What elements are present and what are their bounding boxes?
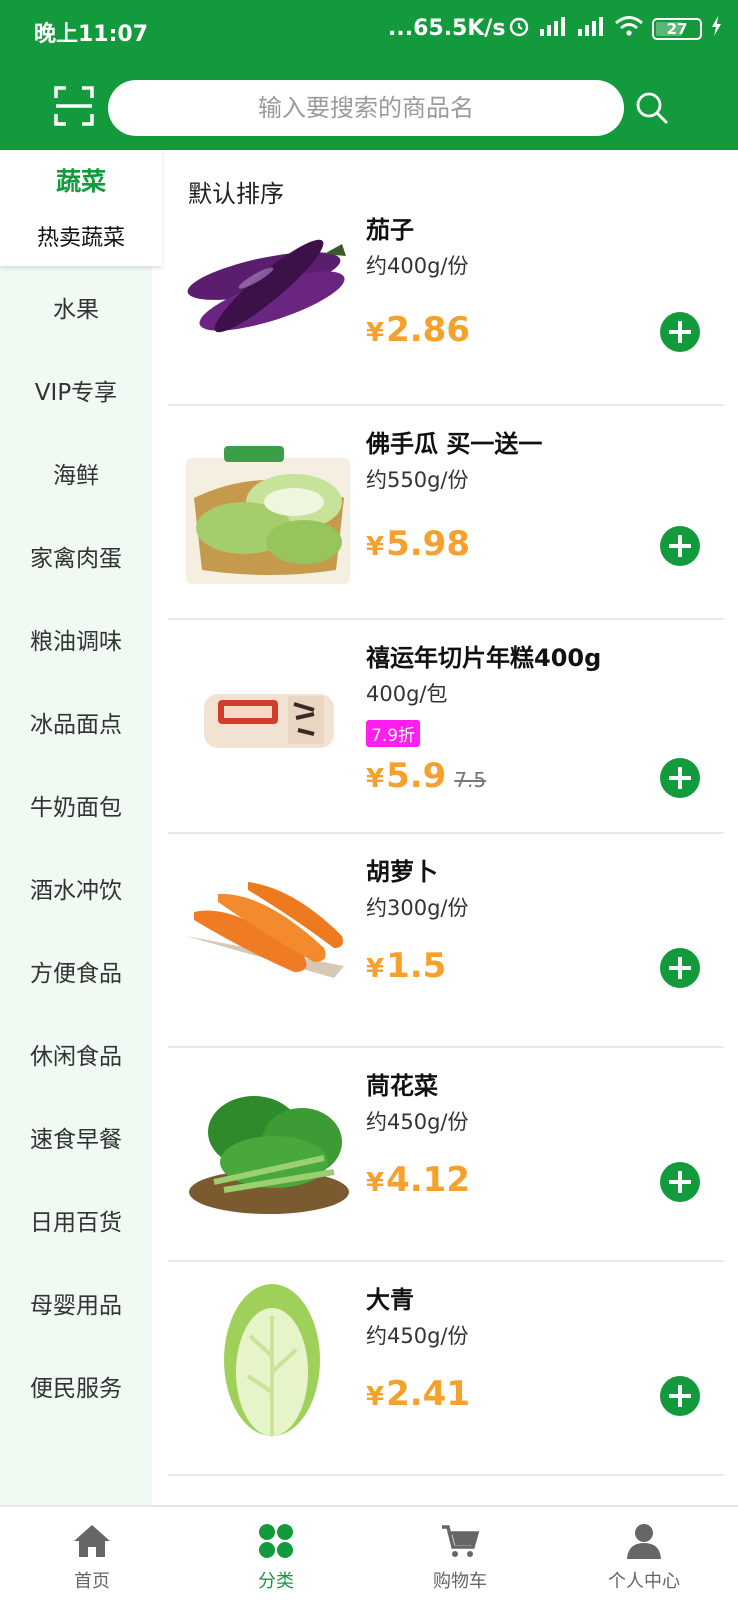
add-to-cart-button[interactable] [660, 312, 700, 352]
screen: 晚上11:07 ...65.5K/s 27 输入要搜索的商品名 蔬菜 热卖蔬菜 … [0, 0, 738, 1600]
status-time: 晚上11:07 [34, 22, 149, 47]
add-to-cart-button[interactable] [660, 1376, 700, 1416]
product-spec: 约550g/份 [366, 468, 469, 492]
sidebar-item[interactable]: 海鲜 [0, 456, 152, 490]
product-name: 胡萝卜 [366, 858, 438, 886]
status-bar: 晚上11:07 ...65.5K/s 27 [0, 0, 738, 60]
charging-icon [710, 15, 722, 43]
add-to-cart-button[interactable] [660, 1162, 700, 1202]
product-image-rice-cake [184, 634, 354, 804]
tab-category[interactable]: 分类 [184, 1507, 368, 1600]
product-price: ¥5.98 [366, 524, 470, 564]
signal-hd-icon [538, 15, 568, 43]
product-spec: 400g/包 [366, 682, 448, 706]
sidebar-item[interactable]: 家禽肉蛋 [0, 539, 152, 573]
scan-icon[interactable] [54, 86, 94, 126]
product-name: 大青 [366, 1286, 414, 1314]
sidebar-item[interactable]: 冰品面点 [0, 705, 152, 739]
currency-symbol: ¥ [366, 1168, 385, 1198]
product-image-napa-cabbage [184, 1276, 354, 1446]
product-card[interactable]: 禧运年切片年糕400g 400g/包 7.9折 ¥5.9 7.5 [168, 620, 724, 834]
wifi-icon [614, 15, 644, 43]
product-card[interactable]: 大青 约450g/份 ¥2.41 [168, 1262, 724, 1476]
search-input[interactable]: 输入要搜索的商品名 [108, 80, 624, 136]
product-price: ¥5.9 7.5 [366, 756, 486, 796]
product-price: ¥1.5 [366, 946, 446, 986]
product-image-carrot [184, 848, 354, 1018]
product-card[interactable]: 茄子 约400g/份 ¥2.86 [168, 192, 724, 406]
product-spec: 约450g/份 [366, 1110, 469, 1134]
currency-symbol: ¥ [366, 954, 385, 984]
price-value: 2.86 [386, 310, 470, 350]
sidebar-item[interactable]: 便民服务 [0, 1369, 152, 1403]
product-spec: 约450g/份 [366, 1324, 469, 1348]
price-value: 5.9 [386, 756, 447, 796]
product-spec: 约400g/份 [366, 254, 469, 278]
tab-label: 首页 [74, 1571, 110, 1592]
battery-icon: 27 [652, 18, 702, 40]
profile-icon [624, 1521, 664, 1561]
product-card[interactable]: 茼花菜 约450g/份 ¥4.12 [168, 1048, 724, 1262]
sidebar-item[interactable]: 日用百货 [0, 1203, 152, 1237]
sidebar-item[interactable]: 牛奶面包 [0, 788, 152, 822]
price-value: 5.98 [386, 524, 470, 564]
status-icons: 27 [508, 15, 722, 43]
product-card[interactable]: 佛手瓜 买一送一 约550g/份 ¥5.98 [168, 406, 724, 620]
sidebar-item[interactable]: 方便食品 [0, 954, 152, 988]
sidebar-subcategory-hot-vegetables[interactable]: 热卖蔬菜 [0, 220, 162, 252]
currency-symbol: ¥ [366, 318, 385, 348]
search-icon[interactable] [634, 90, 670, 126]
tab-profile[interactable]: 个人中心 [552, 1507, 736, 1600]
product-price: ¥2.41 [366, 1374, 470, 1414]
tab-label: 分类 [258, 1571, 294, 1592]
sidebar-item-vegetables[interactable]: 蔬菜 热卖蔬菜 [0, 150, 162, 266]
product-image-greens [184, 1062, 354, 1232]
bottom-tab-bar: 首页 分类 购物车 个人中心 [0, 1505, 738, 1600]
network-speed: ...65.5K/s [388, 16, 506, 41]
sidebar-active-label: 蔬菜 [55, 167, 106, 196]
divider [168, 1474, 724, 1476]
product-name: 禧运年切片年糕400g [366, 644, 602, 672]
product-image-eggplant [184, 206, 354, 376]
product-name: 茼花菜 [366, 1072, 438, 1100]
sidebar-item[interactable]: 休闲食品 [0, 1037, 152, 1071]
add-to-cart-button[interactable] [660, 948, 700, 988]
currency-symbol: ¥ [366, 1382, 385, 1412]
product-spec: 约300g/份 [366, 896, 469, 920]
signal-icon [576, 15, 606, 43]
product-price: ¥2.86 [366, 310, 470, 350]
tab-home[interactable]: 首页 [0, 1507, 184, 1600]
product-name: 佛手瓜 买一送一 [366, 430, 543, 458]
header: 晚上11:07 ...65.5K/s 27 输入要搜索的商品名 [0, 0, 738, 150]
home-icon [72, 1521, 112, 1561]
price-value: 4.12 [386, 1160, 470, 1200]
currency-symbol: ¥ [366, 764, 385, 794]
sidebar-item[interactable]: VIP专享 [0, 373, 152, 407]
tab-label: 购物车 [433, 1571, 487, 1592]
battery-level: 27 [666, 20, 688, 38]
original-price: 7.5 [454, 768, 487, 792]
price-value: 1.5 [386, 946, 447, 986]
product-name: 茄子 [366, 216, 414, 244]
alarm-icon [508, 15, 530, 43]
currency-symbol: ¥ [366, 532, 385, 562]
sidebar-item[interactable]: 酒水冲饮 [0, 871, 152, 905]
product-price: ¥4.12 [366, 1160, 470, 1200]
sidebar-item[interactable]: 水果 [0, 290, 152, 324]
tab-cart[interactable]: 购物车 [368, 1507, 552, 1600]
discount-badge: 7.9折 [366, 720, 421, 747]
add-to-cart-button[interactable] [660, 526, 700, 566]
product-image-chayote [184, 420, 354, 590]
add-to-cart-button[interactable] [660, 758, 700, 798]
sidebar-item[interactable]: 粮油调味 [0, 622, 152, 656]
price-value: 2.41 [386, 1374, 470, 1414]
category-icon [256, 1521, 296, 1561]
sidebar-item[interactable]: 母婴用品 [0, 1286, 152, 1320]
sidebar-item[interactable]: 速食早餐 [0, 1120, 152, 1154]
tab-label: 个人中心 [608, 1571, 680, 1592]
cart-icon [440, 1521, 480, 1561]
product-card[interactable]: 胡萝卜 约300g/份 ¥1.5 [168, 834, 724, 1048]
